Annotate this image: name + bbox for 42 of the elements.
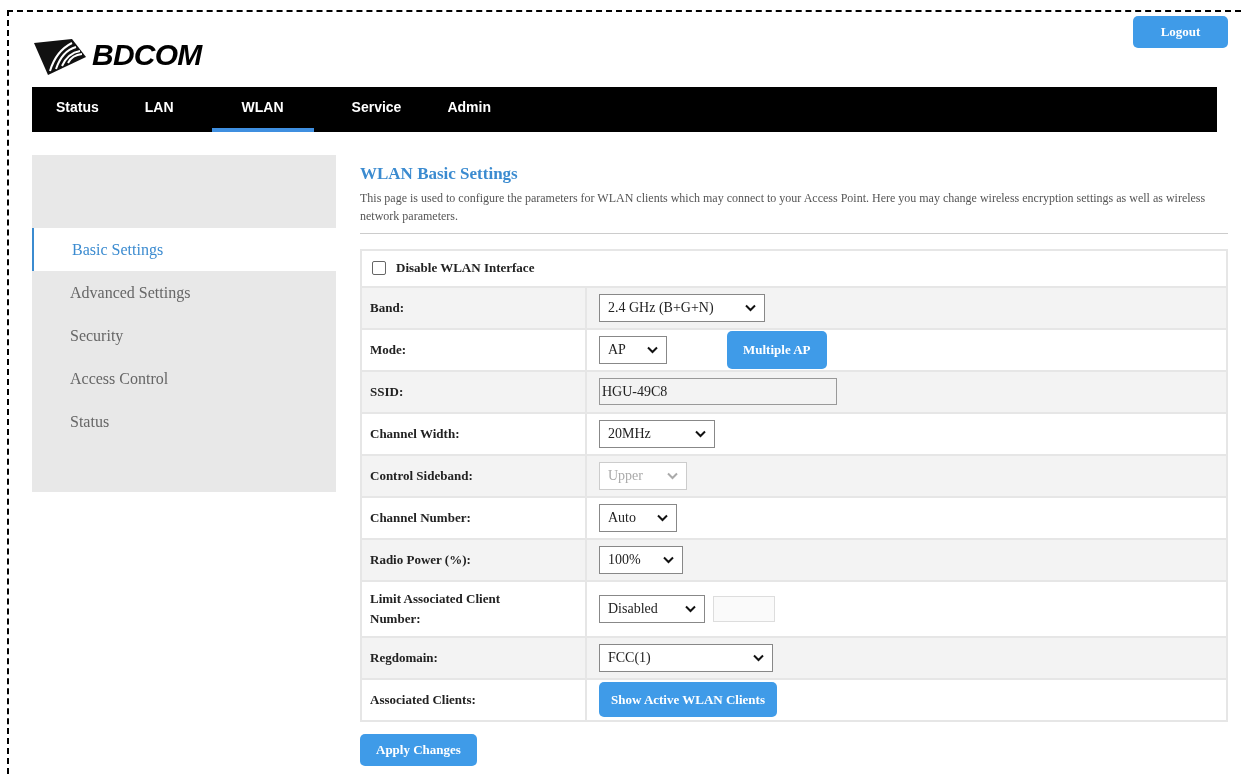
- sidebar-item[interactable]: Security: [32, 314, 336, 357]
- field-label: Channel Number:: [370, 508, 471, 527]
- dropdown[interactable]: AP: [599, 335, 667, 364]
- dropdown[interactable]: 20MHz: [599, 419, 715, 448]
- checkbox[interactable]: [372, 261, 386, 275]
- ssid-field[interactable]: HGU-49C8: [599, 378, 837, 405]
- field-label: Limit Associated Client Number:: [370, 589, 501, 628]
- dropdown[interactable]: Auto: [599, 503, 677, 532]
- dropdown[interactable]: 100%: [599, 545, 683, 574]
- page-description: This page is used to configure the parameters for WLAN clients which may connect to your Access Point. Here you may change wireless encryption settings as well as wireless network parameters.: [360, 189, 1207, 225]
- chevron-down-icon: [667, 471, 678, 480]
- brand-name: BDCOM: [92, 37, 202, 73]
- dropdown[interactable]: FCC(1): [599, 643, 773, 672]
- page-title: WLAN Basic Settings: [360, 163, 519, 185]
- sidebar-item[interactable]: Status: [32, 400, 336, 443]
- dropdown[interactable]: 2.4 GHz (B+G+N): [599, 293, 765, 322]
- field-label: Channel Width:: [370, 424, 460, 443]
- chevron-down-icon: [753, 653, 764, 662]
- chevron-down-icon: [745, 303, 756, 312]
- field-label: Mode:: [370, 340, 407, 359]
- nav-tab[interactable]: Service: [343, 87, 410, 132]
- client-number-field[interactable]: [713, 595, 775, 622]
- sidebar-item[interactable]: Access Control: [32, 357, 336, 400]
- nav-tab[interactable]: Status: [48, 87, 107, 132]
- chevron-down-icon: [685, 604, 696, 613]
- field-label: Band:: [370, 298, 404, 317]
- sidebar-item[interactable]: Basic Settings: [32, 228, 336, 271]
- nav-tab[interactable]: Admin: [439, 87, 499, 132]
- chevron-down-icon: [647, 345, 658, 354]
- dropdown[interactable]: Disabled: [599, 594, 705, 623]
- field-label: Radio Power (%):: [370, 550, 471, 569]
- nav-tab[interactable]: WLAN: [211, 87, 314, 132]
- chevron-down-icon: [663, 555, 674, 564]
- field-label: SSID:: [370, 382, 404, 401]
- field-label: Regdomain:: [370, 648, 438, 667]
- field-label: Control Sideband:: [370, 466, 473, 485]
- checkbox-label: Disable WLAN Interface: [396, 259, 535, 278]
- field-label: Associated Clients:: [370, 690, 476, 709]
- sidebar-item[interactable]: Advanced Settings: [32, 271, 336, 314]
- nav-tab[interactable]: LAN: [136, 87, 182, 132]
- chevron-down-icon: [657, 513, 668, 522]
- chevron-down-icon: [695, 429, 706, 438]
